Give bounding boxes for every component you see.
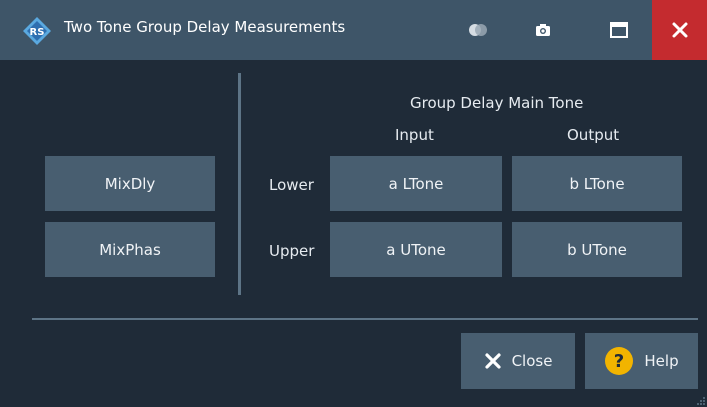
a-ltone-button[interactable]: a LTone — [330, 156, 502, 211]
window-title: Two Tone Group Delay Measurements — [64, 18, 346, 36]
svg-text:RS: RS — [30, 27, 45, 38]
row-upper-label: Upper — [269, 242, 315, 260]
row-lower-label: Lower — [269, 176, 314, 194]
b-utone-button[interactable]: b UTone — [512, 222, 682, 277]
a-utone-label: a UTone — [386, 240, 446, 259]
title-bar: RS Two Tone Group Delay Measurements — [0, 0, 707, 60]
maximize-icon — [610, 22, 628, 38]
a-ltone-label: a LTone — [388, 174, 444, 193]
horizontal-divider — [32, 318, 698, 320]
toggle-icon — [469, 24, 487, 36]
help-label: Help — [644, 352, 679, 370]
column-input-label: Input — [395, 126, 434, 144]
vertical-divider — [238, 73, 241, 295]
close-icon — [672, 22, 687, 38]
b-ltone-label: b LTone — [569, 174, 625, 193]
a-utone-button[interactable]: a UTone — [330, 222, 502, 277]
b-utone-label: b UTone — [567, 240, 627, 259]
maximize-button[interactable] — [594, 0, 644, 60]
close-label: Close — [511, 352, 553, 370]
column-output-label: Output — [567, 126, 620, 144]
b-ltone-button[interactable]: b LTone — [512, 156, 682, 211]
mixdly-label: MixDly — [104, 174, 156, 193]
help-button[interactable]: ? Help — [585, 333, 698, 389]
rs-logo-icon: RS — [23, 17, 51, 45]
svg-text:?: ? — [614, 351, 624, 372]
question-icon: ? — [604, 346, 634, 376]
screenshot-button[interactable] — [521, 0, 565, 60]
mixphas-label: MixPhas — [99, 240, 161, 259]
toggle-button[interactable] — [456, 0, 500, 60]
mixdly-button[interactable]: MixDly — [45, 156, 215, 211]
window-close-button[interactable] — [652, 0, 707, 60]
resize-grip-icon[interactable] — [696, 396, 706, 406]
camera-icon — [536, 24, 550, 36]
mixphas-button[interactable]: MixPhas — [45, 222, 215, 277]
x-icon — [484, 352, 502, 370]
group-heading: Group Delay Main Tone — [410, 94, 584, 112]
close-button[interactable]: Close — [461, 333, 575, 389]
